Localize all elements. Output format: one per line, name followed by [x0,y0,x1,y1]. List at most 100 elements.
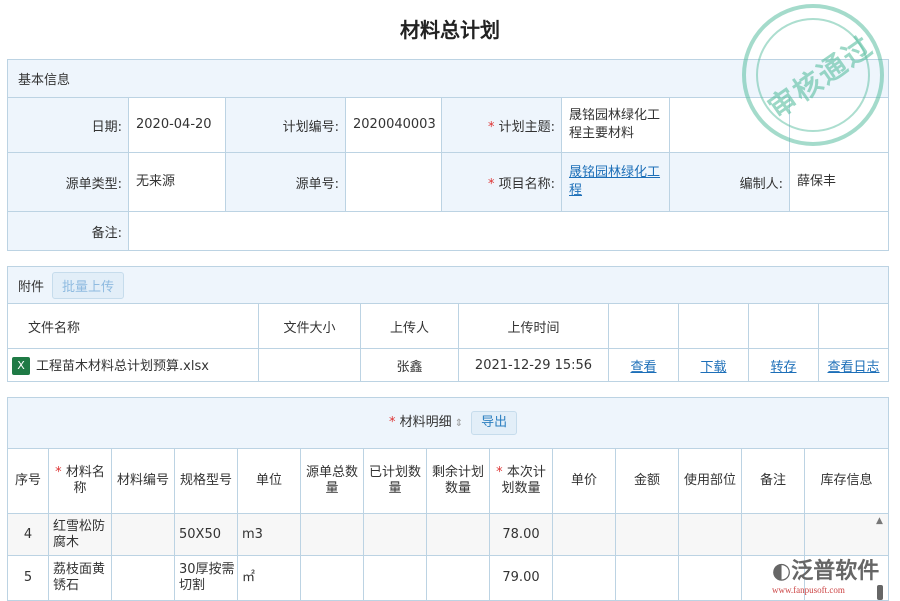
col-header: 备注 [742,449,805,514]
table-cell [364,556,427,601]
col-header: * 本次计划数量 [490,449,553,514]
subject-label: * 计划主题: [442,98,562,153]
col-upload-time: 上传时间 [459,304,609,349]
table-cell: 50X50 [175,514,238,556]
required-mark: * [488,120,495,135]
project-link[interactable]: 晟铭园林绿化工程 [569,165,660,198]
table-cell: 红雪松防腐木 [49,514,112,556]
table-cell: 30厚按需切割 [175,556,238,601]
table-cell [427,514,490,556]
page-title: 材料总计划 [0,14,900,43]
table-cell: m3 [238,514,301,556]
basic-info-header: 基本信息 [8,60,889,98]
detail-header: 材料明细 [400,415,452,430]
col-header: 规格型号 [175,449,238,514]
project-label-text: 项目名称: [499,177,555,192]
excel-file-icon: X [12,357,30,375]
col-header: * 材料名称 [49,449,112,514]
attachment-header: 附件 [18,280,44,295]
sort-icon[interactable]: ⇕ [452,418,464,429]
save-link[interactable]: 转存 [770,360,796,375]
table-cell: ㎡ [238,556,301,601]
table-cell [616,514,679,556]
view-log-link[interactable]: 查看日志 [828,360,880,375]
maker-value: 薛保丰 [790,153,889,212]
table-cell [553,556,616,601]
date-label: 日期: [8,98,129,153]
src-type-value: 无来源 [129,153,226,212]
table-cell [364,514,427,556]
download-link[interactable]: 下载 [700,360,726,375]
plan-no-label: 计划编号: [226,98,346,153]
col-header: 单位 [238,449,301,514]
table-cell [679,556,742,601]
subject-label-text: 计划主题: [499,120,555,135]
table-row: X 工程苗木材料总计划预算.xlsx 张鑫 2021-12-29 15:56 查看… [8,349,889,382]
batch-upload-button[interactable]: 批量上传 [52,272,124,299]
col-header: 使用部位 [679,449,742,514]
upload-time: 2021-12-29 15:56 [459,349,609,382]
col-header: 库存信息 [805,449,889,514]
col-header-label: 规格型号 [180,473,232,488]
col-header-label: 使用部位 [684,473,736,488]
col-header-label: 源单总数量 [306,465,358,496]
table-row: 5荔枝面黄锈石30厚按需切割㎡79.00 [8,556,889,601]
col-header: 金额 [616,449,679,514]
uploader: 张鑫 [361,349,459,382]
scroll-up-arrow[interactable]: ▲ [876,516,883,526]
table-row: 4红雪松防腐木 50X50m3 78.00 [8,514,889,556]
maker-label: 编制人: [670,153,790,212]
col-header: 源单总数量 [301,449,364,514]
file-size [259,349,361,382]
table-cell [112,514,175,556]
col-header: 已计划数量 [364,449,427,514]
table-cell [679,514,742,556]
col-file-name: 文件名称 [8,304,259,349]
col-header: 剩余计划数量 [427,449,490,514]
col-header-label: 单位 [256,473,282,488]
table-cell [112,556,175,601]
date-value: 2020-04-20 [129,98,226,153]
scrollbar-thumb[interactable] [877,585,883,600]
table-cell [301,556,364,601]
required-mark: * [389,415,396,430]
table-cell [616,556,679,601]
basic-info-table: 基本信息 日期: 2020-04-20 计划编号: 2020040003 * 计… [7,59,889,251]
table-cell: 荔枝面黄锈石 [49,556,112,601]
col-header: 材料编号 [112,449,175,514]
table-cell: 4 [8,514,49,556]
col-header-label: 金额 [634,473,660,488]
col-header-label: 备注 [760,473,786,488]
col-header-label: 本次计划数量 [501,465,545,496]
table-cell [805,556,889,601]
table-cell [427,556,490,601]
project-label: * 项目名称: [442,153,562,212]
required-mark: * [488,177,495,192]
table-cell: 78.00 [490,514,553,556]
table-cell [301,514,364,556]
col-header-label: 材料编号 [117,473,169,488]
src-no-value [346,153,442,212]
col-file-size: 文件大小 [259,304,361,349]
col-header: 序号 [8,449,49,514]
col-header-label: 库存信息 [821,473,873,488]
file-name: 工程苗木材料总计划预算.xlsx [36,359,209,374]
table-cell: 5 [8,556,49,601]
empty-cell [670,98,790,153]
remark-label: 备注: [8,212,129,251]
empty-cell [790,98,889,153]
src-type-label: 源单类型: [8,153,129,212]
table-cell [742,514,805,556]
col-header-label: 单价 [571,473,597,488]
table-cell [553,514,616,556]
table-cell [742,556,805,601]
col-header-label: 序号 [15,473,41,488]
plan-no-value: 2020040003 [346,98,442,153]
required-mark: * [496,465,503,480]
col-header-label: 已计划数量 [369,465,421,496]
view-link[interactable]: 查看 [630,360,656,375]
col-header-label: 剩余计划数量 [432,465,484,496]
col-header: 单价 [553,449,616,514]
attachment-table: 附件批量上传 文件名称 文件大小 上传人 上传时间 X工程苗木材料总计划预算.x… [7,266,889,382]
export-button[interactable]: 导出 [471,411,517,435]
